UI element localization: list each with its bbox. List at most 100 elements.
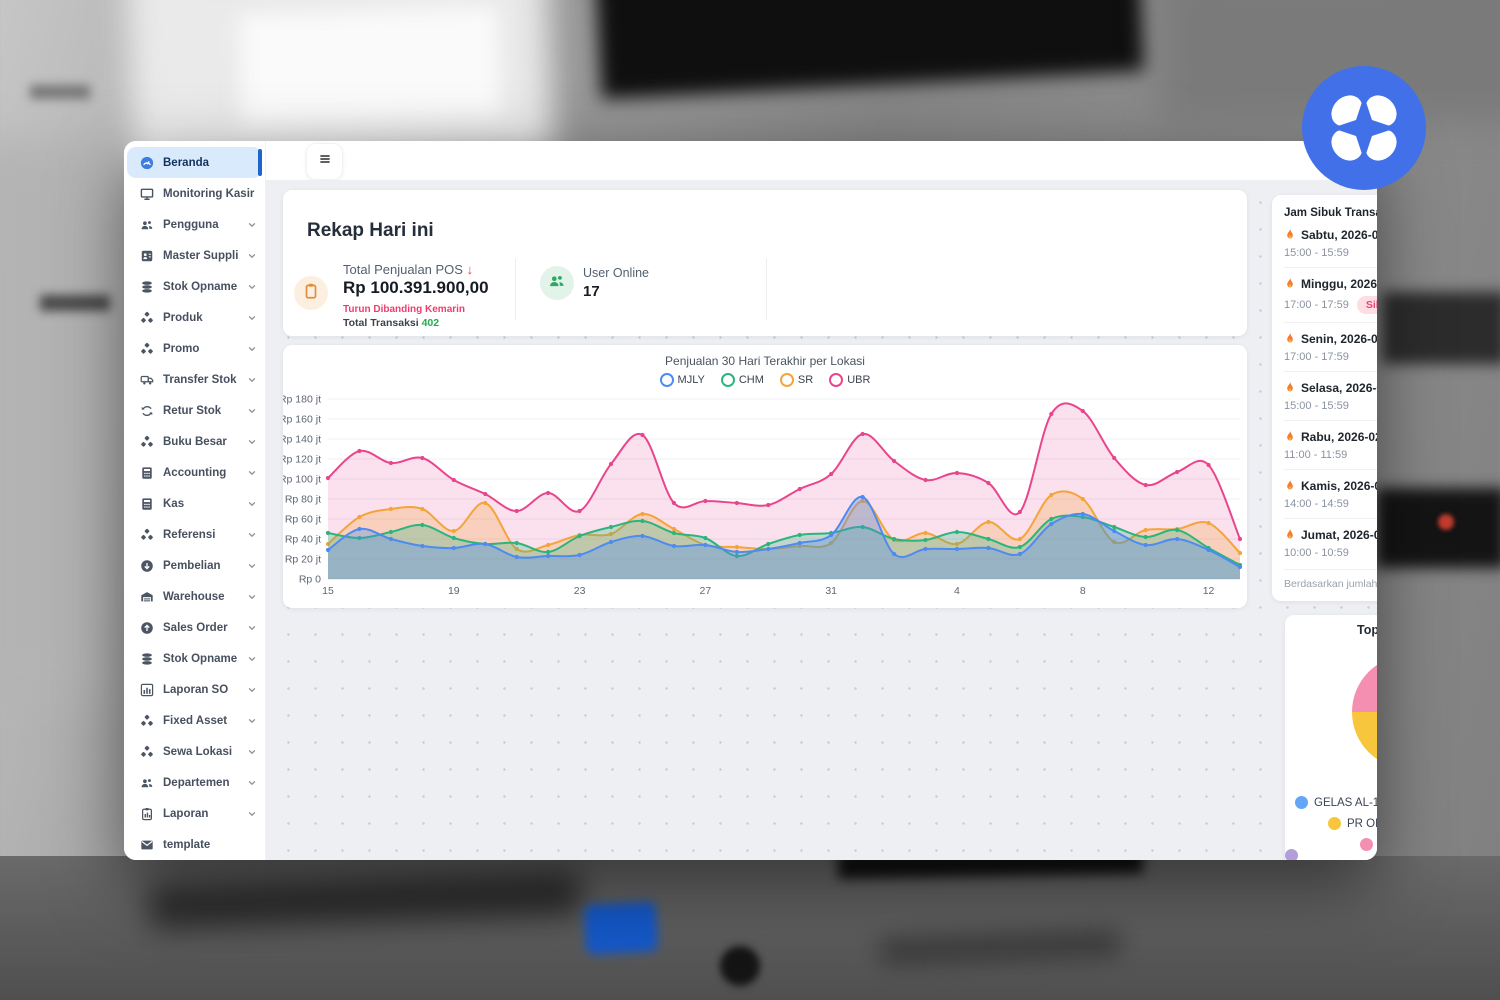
sidebar-item-kas[interactable]: Kas bbox=[124, 488, 265, 519]
sidebar-item-warehouse[interactable]: Warehouse bbox=[124, 581, 265, 612]
sidebar-item-referensi[interactable]: Referensi bbox=[124, 519, 265, 550]
top-products-panel: Top GELAS AL-12T PR OME P bbox=[1285, 615, 1377, 860]
flame-icon bbox=[1284, 228, 1296, 242]
busy-hour-date: Selasa, 2026-0 bbox=[1301, 381, 1377, 395]
busy-hour-time: 14:00 - 14:59 bbox=[1284, 498, 1377, 510]
pos-transactions: Total Transaksi 402 bbox=[343, 317, 439, 329]
users-icon bbox=[548, 272, 566, 295]
chevron-down-icon bbox=[247, 468, 257, 478]
online-stat-icon-circle bbox=[540, 266, 574, 300]
bg-dark-titlebar bbox=[595, 0, 1146, 99]
chevron-down-icon bbox=[247, 685, 257, 695]
legend-dot bbox=[1285, 849, 1298, 860]
busy-hour-day: Kamis, 2026-02 bbox=[1284, 479, 1377, 493]
bg-text-smudge-left bbox=[40, 295, 110, 311]
sidebar-item-transfer-stok[interactable]: Transfer Stok bbox=[124, 364, 265, 395]
sidebar-item-master-supplier[interactable]: Master Supplier bbox=[124, 240, 265, 271]
envelope-icon bbox=[139, 837, 154, 852]
sidebar-item-sewa-lokasi[interactable]: Sewa Lokasi bbox=[124, 736, 265, 767]
clipboard-chart-icon bbox=[139, 806, 154, 821]
svg-text:12: 12 bbox=[1203, 585, 1215, 597]
busy-hour-time: 11:00 - 11:59 bbox=[1284, 449, 1377, 461]
sidebar-item-label: Beranda bbox=[163, 157, 254, 169]
busy-hour-time: 15:00 - 15:59 bbox=[1284, 247, 1377, 259]
pie-legend-item[interactable] bbox=[1285, 849, 1304, 860]
svg-text:Rp 20 jt: Rp 20 jt bbox=[285, 554, 321, 566]
chevron-down-icon bbox=[247, 437, 257, 447]
pie-legend-item[interactable]: GELAS AL-12T bbox=[1295, 796, 1377, 809]
sidebar-item-label: Warehouse bbox=[163, 591, 238, 603]
stat-divider-2 bbox=[766, 258, 767, 320]
sidebar-item-label: Laporan SO bbox=[163, 684, 238, 696]
sidebar-item-monitoring-kasir[interactable]: Monitoring Kasir bbox=[124, 178, 265, 209]
busy-hour-time-text: 17:00 - 17:59 bbox=[1284, 351, 1349, 363]
sidebar-item-produk[interactable]: Produk bbox=[124, 302, 265, 333]
sidebar-item-laporan[interactable]: Laporan bbox=[124, 798, 265, 829]
sidebar-item-label: template bbox=[163, 839, 257, 851]
svg-text:Rp 100 jt: Rp 100 jt bbox=[283, 474, 321, 486]
bar-chart-icon bbox=[139, 682, 154, 697]
chevron-down-icon bbox=[247, 499, 257, 509]
chevron-down-icon bbox=[247, 716, 257, 726]
clipboard-icon bbox=[302, 282, 320, 305]
sidebar-menu: Beranda Monitoring KasirPenggunaMaster Su… bbox=[124, 147, 265, 860]
bg-text-smudge-left-2 bbox=[30, 85, 90, 99]
sidebar-item-accounting[interactable]: Accounting bbox=[124, 457, 265, 488]
svg-text:4: 4 bbox=[954, 585, 960, 597]
busy-hour-day: Jumat, 2026-02 bbox=[1284, 528, 1377, 542]
sidebar-item-label: Sewa Lokasi bbox=[163, 746, 238, 758]
sidebar-item-departemen[interactable]: Departemen bbox=[124, 767, 265, 798]
chevron-down-icon bbox=[247, 251, 257, 261]
busy-hours-list: Sabtu, 2026-0215:00 - 15:59Minggu, 2026-… bbox=[1284, 219, 1377, 567]
svg-text:31: 31 bbox=[825, 585, 837, 597]
chevron-down-icon bbox=[247, 747, 257, 757]
busy-hour-date: Kamis, 2026-02 bbox=[1301, 479, 1377, 493]
sidebar-item-laporan-so[interactable]: Laporan SO bbox=[124, 674, 265, 705]
sidebar-item-pengguna[interactable]: Pengguna bbox=[124, 209, 265, 240]
gauge-icon bbox=[139, 155, 154, 170]
sidebar-item-stok-opname[interactable]: Stok Opname bbox=[124, 271, 265, 302]
pie-legend-item[interactable]: PR OME bbox=[1328, 817, 1377, 830]
bg-black-dot bbox=[720, 946, 760, 986]
bg-blue-button bbox=[584, 901, 659, 955]
sidebar-item-label: Promo bbox=[163, 343, 238, 355]
svg-text:8: 8 bbox=[1080, 585, 1086, 597]
busy-hour-time-text: 14:00 - 14:59 bbox=[1284, 498, 1349, 510]
top-products-title: Top bbox=[1357, 623, 1377, 637]
stat-divider-1 bbox=[515, 258, 516, 320]
database-icon bbox=[139, 651, 154, 666]
chevron-down-icon bbox=[247, 530, 257, 540]
svg-text:Rp 80 jt: Rp 80 jt bbox=[285, 494, 321, 506]
flame-icon bbox=[1284, 528, 1296, 542]
sidebar-item-label: Departemen bbox=[163, 777, 238, 789]
sidebar-toggle-button[interactable] bbox=[306, 143, 343, 180]
busy-hour-time: 15:00 - 15:59 bbox=[1284, 400, 1377, 412]
bg-dark-band-right-2 bbox=[1376, 488, 1500, 568]
pos-transactions-value: 402 bbox=[422, 317, 440, 329]
flame-icon bbox=[1284, 430, 1296, 444]
hamburger-icon bbox=[317, 151, 333, 172]
sidebar-item-sales-order[interactable]: Sales Order bbox=[124, 612, 265, 643]
sidebar-item-stok-opname[interactable]: Stok Opname bbox=[124, 643, 265, 674]
warehouse-icon bbox=[139, 589, 154, 604]
sidebar-item-buku-besar[interactable]: Buku Besar bbox=[124, 426, 265, 457]
busy-hour-day: Sabtu, 2026-02 bbox=[1284, 228, 1377, 242]
busy-hour-time: 10:00 - 10:59 bbox=[1284, 547, 1377, 559]
busy-hour-item: Sabtu, 2026-02 15:00 - 15:59 bbox=[1284, 219, 1377, 268]
sidebar-item-label: Buku Besar bbox=[163, 436, 238, 448]
busy-hour-item: Jumat, 2026-02 10:00 - 10:59 bbox=[1284, 519, 1377, 567]
chevron-down-icon bbox=[247, 344, 257, 354]
monitor-icon bbox=[139, 186, 154, 201]
sidebar-item-pembelian[interactable]: Pembelian bbox=[124, 550, 265, 581]
sidebar-item-beranda[interactable]: Beranda bbox=[127, 147, 262, 178]
trend-down-icon: ↓ bbox=[467, 262, 474, 277]
busy-hour-item: Senin, 2026-0217:00 - 17:59 bbox=[1284, 323, 1377, 372]
sidebar-item-fixed-asset[interactable]: Fixed Asset bbox=[124, 705, 265, 736]
arrow-down-circle-icon bbox=[139, 558, 154, 573]
legend-dot bbox=[1295, 796, 1308, 809]
top-products-pie-chart bbox=[1352, 655, 1377, 769]
sidebar-item-retur-stok[interactable]: Retur Stok bbox=[124, 395, 265, 426]
sidebar-item-template[interactable]: template bbox=[124, 829, 265, 860]
sidebar-item-promo[interactable]: Promo bbox=[124, 333, 265, 364]
pie-legend-item[interactable]: P bbox=[1360, 838, 1377, 851]
